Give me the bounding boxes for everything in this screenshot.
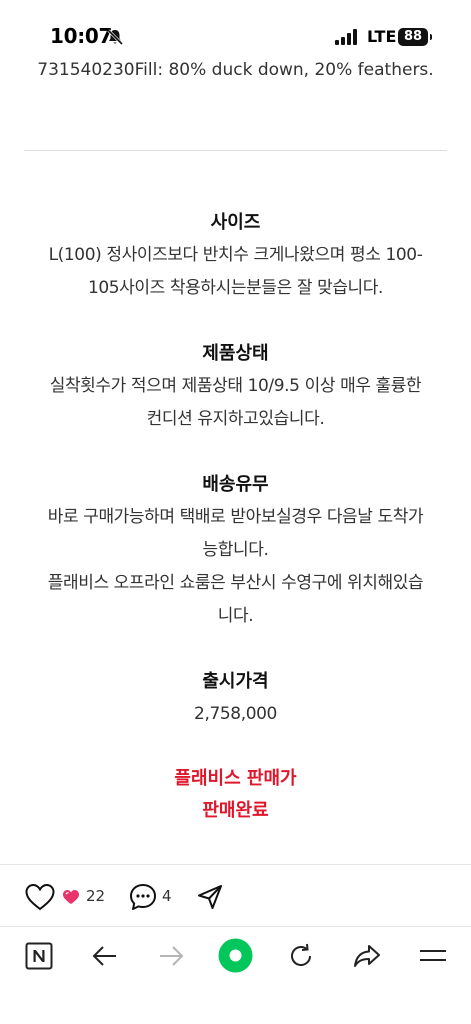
menu-icon[interactable]: [418, 941, 448, 971]
shipping-section: 배송유무 바로 구매가능하며 택배로 받아보실경우 다음날 도착가 능합니다. …: [0, 468, 471, 633]
battery-icon: 88: [398, 28, 432, 46]
reaction-divider: [0, 864, 471, 865]
status-time: 10:07: [50, 24, 113, 48]
browser-toolbar: [0, 927, 471, 987]
reaction-bar: 22 4: [0, 872, 471, 922]
heart-icon[interactable]: [24, 882, 56, 912]
release-price: 2,758,000: [194, 704, 277, 724]
home-green-icon[interactable]: [218, 938, 253, 973]
network-type: LTE: [367, 27, 397, 46]
reload-icon[interactable]: [286, 941, 316, 971]
section-heading: 제품상태: [202, 343, 269, 364]
sale-status-line: 판매완료: [202, 800, 269, 821]
size-section: 사이즈 L(100) 정사이즈보다 반치수 크게나왔으며 평소 100- 105…: [0, 206, 471, 305]
section-line: 컨디션 유지하고있습니다.: [146, 409, 325, 429]
section-heading: 사이즈: [210, 212, 261, 233]
section-line: L(100) 정사이즈보다 반치수 크게나왔으며 평소 100-: [48, 245, 423, 265]
comment-icon[interactable]: [128, 882, 158, 912]
share-arrow-icon[interactable]: [352, 941, 382, 971]
screen: 10:07 LTE 88 731540230Fill: 80% duck dow…: [0, 0, 471, 1024]
naver-n-icon[interactable]: [24, 941, 54, 971]
section-line: 니다.: [217, 606, 254, 626]
section-line: 실착횟수가 적으며 제품상태 10/9.5 이상 매우 훌륭한: [49, 376, 422, 396]
section-divider: [24, 150, 447, 151]
back-arrow-icon[interactable]: [90, 941, 120, 971]
forward-arrow-icon[interactable]: [156, 941, 186, 971]
section-line: 능합니다.: [202, 540, 269, 560]
sale-status-line: 플래비스 판매가: [174, 768, 297, 789]
comment-count[interactable]: 4: [162, 887, 172, 905]
section-heading: 출시가격: [202, 671, 269, 692]
signal-icon: [335, 29, 357, 45]
section-heading: 배송유무: [202, 474, 269, 495]
send-icon[interactable]: [196, 883, 224, 911]
bell-muted-icon: [107, 29, 124, 46]
article-content: 사이즈 L(100) 정사이즈보다 반치수 크게나왔으며 평소 100- 105…: [0, 206, 471, 859]
condition-section: 제품상태 실착횟수가 적으며 제품상태 10/9.5 이상 매우 훌륭한 컨디션…: [0, 337, 471, 436]
sale-status-section: 플래비스 판매가 판매완료: [0, 763, 471, 827]
release-price-section: 출시가격 2,758,000: [0, 665, 471, 731]
status-bar: 10:07 LTE 88: [0, 0, 471, 62]
section-line: 105사이즈 착용하시는분들은 잘 맞습니다.: [87, 278, 384, 298]
section-line: 플래비스 오프라인 쇼룸은 부산시 수영구에 위치해있습: [47, 573, 424, 593]
like-count[interactable]: 22: [86, 887, 105, 905]
section-line: 바로 구매가능하며 택배로 받아보실경우 다음날 도착가: [47, 507, 424, 527]
small-heart-icon[interactable]: [62, 889, 80, 905]
cut-off-text-line: 731540230Fill: 80% duck down, 20% feathe…: [37, 60, 434, 80]
